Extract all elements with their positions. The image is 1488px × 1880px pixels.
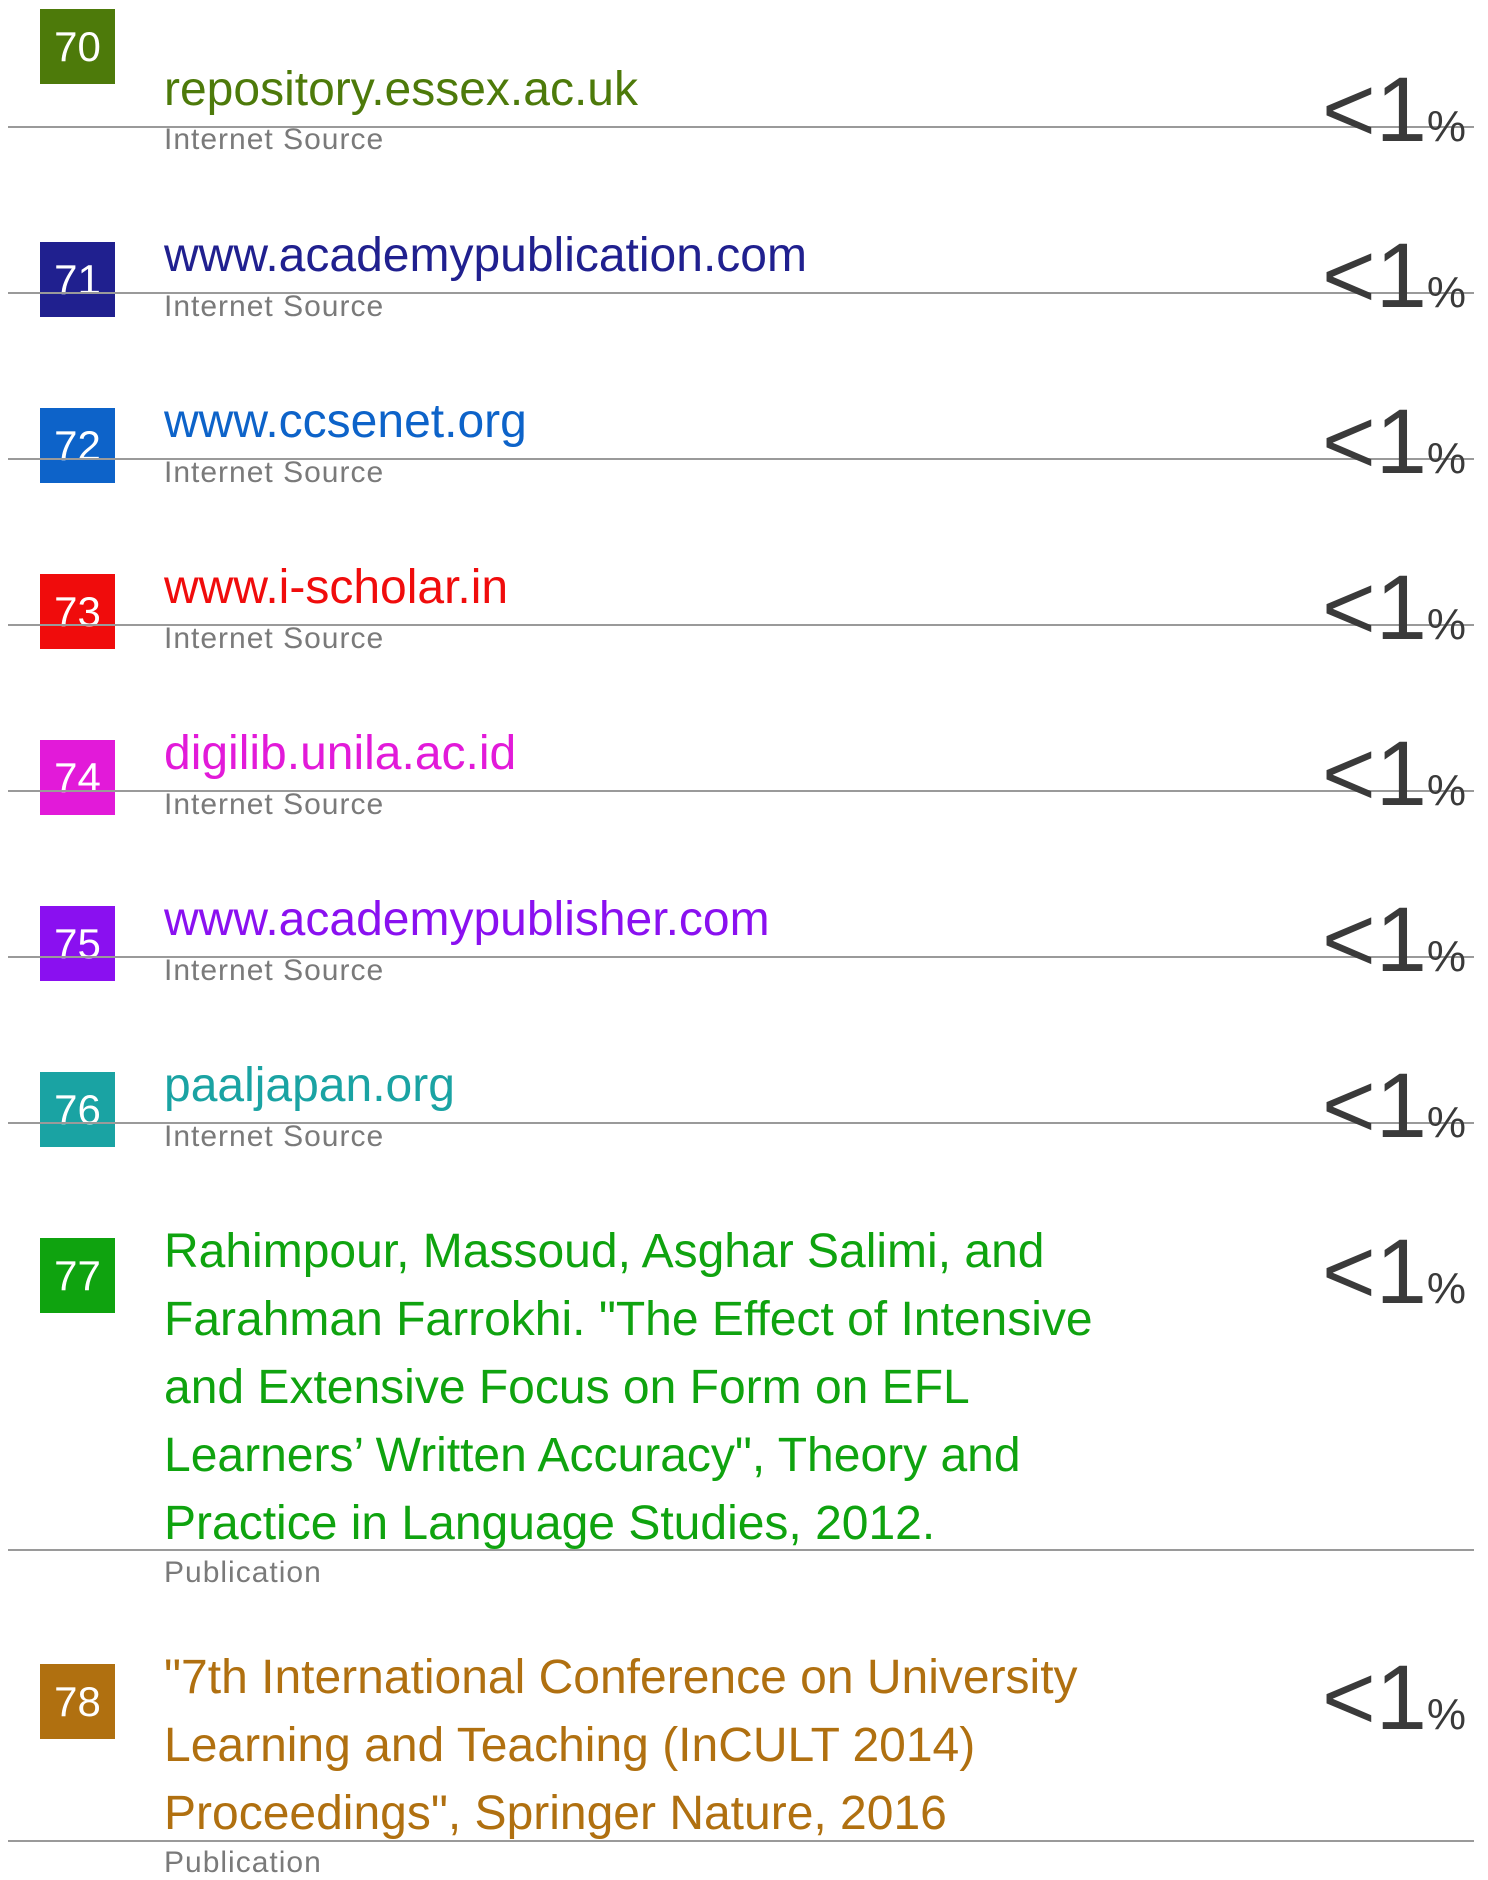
source-type-label: Publication xyxy=(164,1556,322,1589)
source-type-label: Internet Source xyxy=(164,123,385,156)
source-number-badge: 77 xyxy=(40,1238,115,1313)
source-type-label: Publication xyxy=(164,1846,322,1879)
source-title[interactable]: digilib.unila.ac.id xyxy=(164,720,516,788)
source-title[interactable]: www.ccsenet.org xyxy=(164,388,527,456)
source-title-line[interactable]: "7th International Conference on Univers… xyxy=(164,1644,1078,1712)
match-percentage: <1% xyxy=(1322,391,1467,493)
source-number-badge: 71 xyxy=(40,242,115,317)
match-percentage: <1% xyxy=(1322,225,1467,327)
source-type-label: Internet Source xyxy=(164,456,385,489)
source-title-line[interactable]: Practice in Language Studies, 2012. xyxy=(164,1490,935,1558)
source-title[interactable]: paaljapan.org xyxy=(164,1052,455,1120)
match-percentage: <1% xyxy=(1322,1647,1467,1749)
source-number-badge: 70 xyxy=(40,9,115,84)
source-title[interactable]: www.academypublisher.com xyxy=(164,886,770,954)
source-number-badge: 72 xyxy=(40,408,115,483)
source-number-badge: 75 xyxy=(40,906,115,981)
match-percentage: <1% xyxy=(1322,1055,1467,1157)
source-type-label: Internet Source xyxy=(164,622,385,655)
match-percentage: <1% xyxy=(1322,723,1467,825)
match-percentage: <1% xyxy=(1322,59,1467,161)
row-divider xyxy=(8,1549,1474,1551)
source-title-line[interactable]: Proceedings", Springer Nature, 2016 xyxy=(164,1780,947,1848)
match-percentage: <1% xyxy=(1322,1221,1467,1323)
source-title-line[interactable]: Farahman Farrokhi. "The Effect of Intens… xyxy=(164,1286,1093,1354)
match-percentage: <1% xyxy=(1322,557,1467,659)
source-title-line[interactable]: Learners’ Written Accuracy", Theory and xyxy=(164,1422,1021,1490)
source-title[interactable]: repository.essex.ac.uk xyxy=(164,56,638,124)
row-divider xyxy=(8,1840,1474,1842)
source-number-badge: 74 xyxy=(40,740,115,815)
source-title[interactable]: www.i-scholar.in xyxy=(164,554,508,622)
source-number-badge: 76 xyxy=(40,1072,115,1147)
source-number-badge: 78 xyxy=(40,1664,115,1739)
source-title[interactable]: www.academypublication.com xyxy=(164,222,807,290)
source-number-badge: 73 xyxy=(40,574,115,649)
source-type-label: Internet Source xyxy=(164,788,385,821)
match-percentage: <1% xyxy=(1322,889,1467,991)
source-title-line[interactable]: Learning and Teaching (InCULT 2014) xyxy=(164,1712,975,1780)
source-type-label: Internet Source xyxy=(164,954,385,987)
source-title-line[interactable]: and Extensive Focus on Form on EFL xyxy=(164,1354,970,1422)
source-type-label: Internet Source xyxy=(164,1120,385,1153)
source-type-label: Internet Source xyxy=(164,290,385,323)
source-title-line[interactable]: Rahimpour, Massoud, Asghar Salimi, and xyxy=(164,1218,1044,1286)
